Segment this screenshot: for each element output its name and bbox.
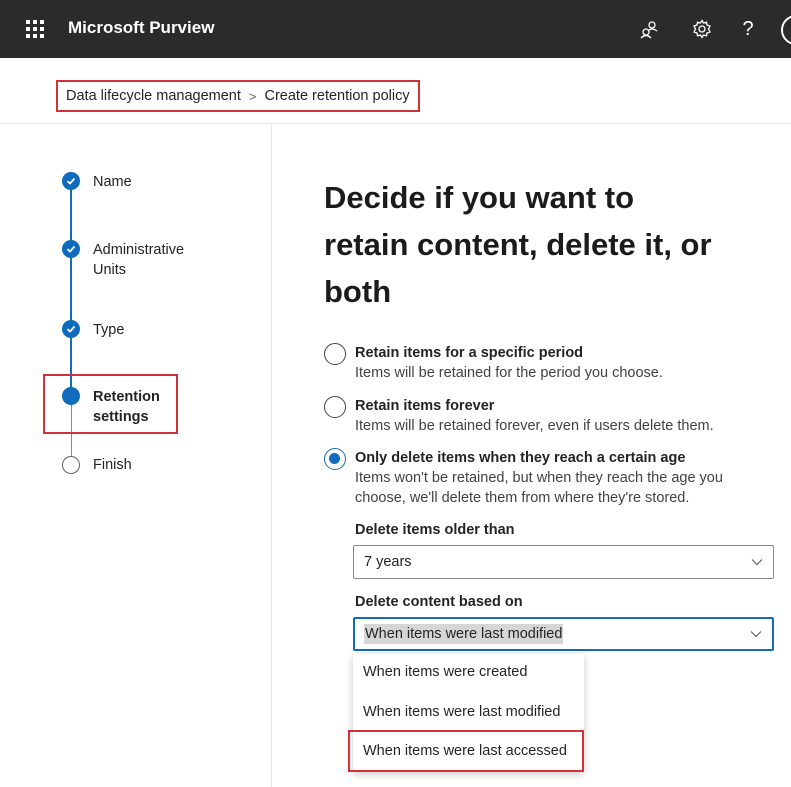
- check-icon: [62, 320, 80, 338]
- breadcrumb-bar: Data lifecycle management > Create reten…: [0, 58, 791, 124]
- dropdown-option-created[interactable]: When items were created: [363, 664, 527, 680]
- step-connector: [70, 190, 72, 246]
- chevron-down-icon: [750, 626, 762, 642]
- people-icon[interactable]: [636, 16, 662, 42]
- dropdown-value: 7 years: [364, 554, 412, 570]
- option-description: Items will be retained for the period yo…: [355, 365, 663, 381]
- step-name[interactable]: Name: [93, 172, 132, 192]
- step-type[interactable]: Type: [93, 320, 124, 340]
- page-title-line: Decide if you want to: [324, 180, 635, 215]
- highlight-box: [43, 374, 178, 434]
- pending-step-icon: [62, 456, 80, 474]
- delete-older-than-label: Delete items older than: [355, 522, 515, 538]
- delete-older-than-dropdown[interactable]: 7 years: [353, 545, 774, 579]
- step-connector: [70, 254, 72, 326]
- option-description-line: Items won't be retained, but when they r…: [355, 470, 723, 486]
- breadcrumb: Data lifecycle management > Create reten…: [56, 80, 420, 112]
- page-title: Decide if you want to retain content, de…: [324, 174, 784, 315]
- panel-divider: [271, 124, 272, 787]
- waffle-icon[interactable]: [26, 20, 44, 38]
- step-administrative-units[interactable]: Administrative Units: [93, 240, 184, 280]
- top-bar: Microsoft Purview ?: [0, 0, 791, 58]
- delete-based-on-dropdown[interactable]: When items were last modified: [353, 617, 774, 651]
- radio-retain-specific-period[interactable]: [324, 343, 346, 365]
- chevron-down-icon: [751, 554, 763, 570]
- breadcrumb-separator: >: [248, 88, 257, 104]
- breadcrumb-item-data-lifecycle[interactable]: Data lifecycle management: [66, 88, 241, 104]
- option-description: Items will be retained forever, even if …: [355, 418, 714, 434]
- radio-only-delete[interactable]: [324, 448, 346, 470]
- option-title[interactable]: Retain items forever: [355, 396, 494, 416]
- option-title[interactable]: Retain items for a specific period: [355, 343, 583, 363]
- step-finish: Finish: [93, 457, 132, 473]
- gear-icon[interactable]: [689, 16, 715, 42]
- help-icon[interactable]: ?: [735, 16, 761, 42]
- option-title[interactable]: Only delete items when they reach a cert…: [355, 448, 685, 468]
- step-label-line: Units: [93, 262, 127, 278]
- delete-based-on-label: Delete content based on: [355, 594, 523, 610]
- check-icon: [62, 172, 80, 190]
- app-title[interactable]: Microsoft Purview: [68, 18, 214, 38]
- check-icon: [62, 240, 80, 258]
- highlight-box: [348, 730, 584, 772]
- radio-retain-forever[interactable]: [324, 396, 346, 418]
- avatar[interactable]: [781, 15, 791, 45]
- option-description-line: choose, we'll delete them from where the…: [355, 490, 690, 506]
- option-description: Items won't be retained, but when they r…: [355, 468, 775, 508]
- breadcrumb-item-create-policy: Create retention policy: [264, 88, 410, 104]
- page-title-line: both: [324, 274, 392, 309]
- page-title-line: retain content, delete it, or: [324, 227, 712, 262]
- step-label-line: Administrative: [93, 242, 185, 258]
- dropdown-value: When items were last modified: [364, 624, 564, 644]
- dropdown-option-last-modified[interactable]: When items were last modified: [363, 704, 560, 720]
